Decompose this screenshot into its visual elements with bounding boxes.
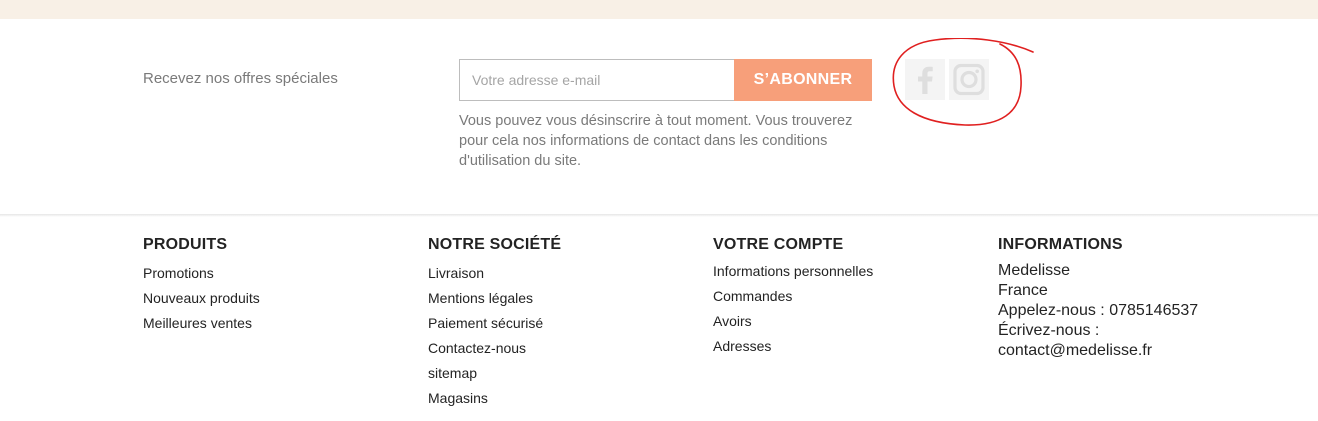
annotation-circle [892,38,1034,126]
footer-link-avoirs[interactable]: Avoirs [713,311,873,336]
footer-divider [0,214,1318,217]
footer-link-paiement-securise[interactable]: Paiement sécurisé [428,313,561,338]
top-band [0,0,1318,19]
footer-link-contactez-nous[interactable]: Contactez-nous [428,338,561,363]
footer-link-nouveaux-produits[interactable]: Nouveaux produits [143,288,260,313]
footer-heading-informations: INFORMATIONS [998,236,1123,253]
footer-heading-societe: NOTRE SOCIÉTÉ [428,236,562,253]
newsletter-note: Vous pouvez vous désinscrire à tout mome… [459,113,853,169]
footer-link-adresses[interactable]: Adresses [713,336,873,361]
subscribe-button[interactable]: S’ABONNER [734,59,872,101]
phone-label: Appelez-nous : [998,302,1105,319]
company-country: France [998,282,1048,299]
footer-heading-compte: VOTRE COMPTE [713,236,844,253]
footer-heading-produits: PRODUITS [143,236,228,253]
email-address[interactable]: contact@medelisse.fr [998,341,1198,361]
footer-link-magasins[interactable]: Magasins [428,388,561,413]
footer-column-societe: NOTRE SOCIÉTÉ Livraison Mentions légales… [428,236,561,413]
footer-link-meilleures-ventes[interactable]: Meilleures ventes [143,313,260,338]
phone-line: Appelez-nous : 0785146537 [998,301,1198,321]
footer-column-produits: PRODUITS Promotions Nouveaux produits Me… [143,236,260,338]
footer-link-mentions-legales[interactable]: Mentions légales [428,288,561,313]
footer-column-informations: INFORMATIONS Medelisse France Appelez-no… [998,236,1198,361]
footer-link-livraison[interactable]: Livraison [428,263,561,288]
footer-link-commandes[interactable]: Commandes [713,286,873,311]
footer-column-compte: VOTRE COMPTE Informations personnelles C… [713,236,873,361]
footer-link-promotions[interactable]: Promotions [143,263,260,288]
footer-link-informations-personnelles[interactable]: Informations personnelles [713,261,873,286]
footer-link-sitemap[interactable]: sitemap [428,363,561,388]
newsletter-email-input[interactable] [459,59,734,101]
newsletter-label: Recevez nos offres spéciales [143,70,338,87]
company-name: Medelisse [998,262,1071,279]
phone-number[interactable]: 0785146537 [1109,302,1198,319]
email-label: Écrivez-nous : [998,322,1100,339]
